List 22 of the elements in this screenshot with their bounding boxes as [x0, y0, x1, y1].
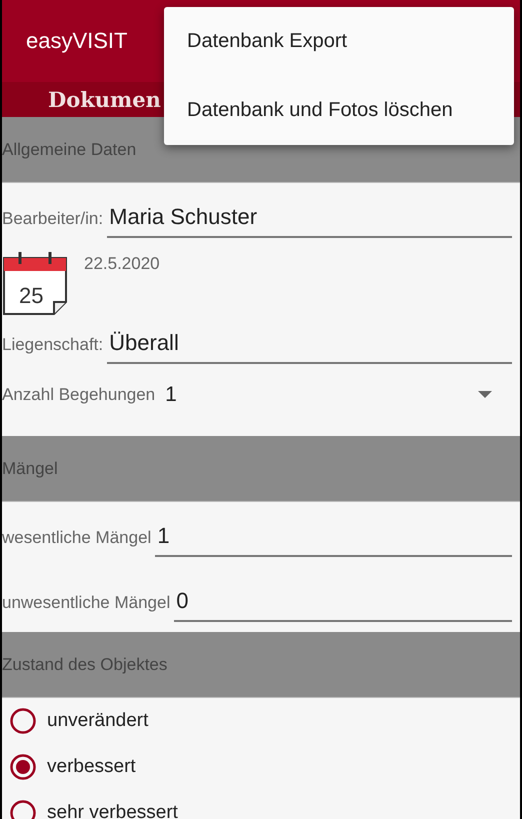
radio-label: sehr verbessert — [47, 802, 178, 819]
dropdown[interactable]: Anzahl Begehungen 1 — [2, 364, 512, 426]
caret-icon — [478, 391, 492, 399]
app-title: easyVISIT — [26, 28, 128, 54]
section-header: Zustand des Objektes — [2, 632, 520, 698]
input-field[interactable]: Überall — [107, 330, 512, 364]
field-label: wesentliche Mängel — [2, 528, 152, 549]
input-field[interactable]: 1 — [155, 523, 512, 557]
radio-button[interactable] — [10, 708, 36, 734]
field-label: unwesentliche Mängel — [2, 593, 170, 614]
input-field[interactable]: 0 — [174, 588, 512, 622]
input-field[interactable]: Maria Schuster — [107, 204, 512, 238]
section-header: Mängel — [2, 436, 520, 502]
page-title: Dokumen — [48, 87, 161, 112]
radio-button[interactable] — [10, 754, 36, 780]
radio-label: unverändert — [47, 710, 148, 732]
radio-label: verbessert — [47, 756, 136, 778]
field-label: Bearbeiter/in: — [2, 209, 104, 230]
radio-button[interactable] — [10, 800, 36, 819]
field-label: Liegenschaft: — [2, 335, 104, 356]
menu-item[interactable]: Datenbank Export — [164, 7, 514, 76]
date-text: 22.5.2020 — [84, 254, 160, 275]
